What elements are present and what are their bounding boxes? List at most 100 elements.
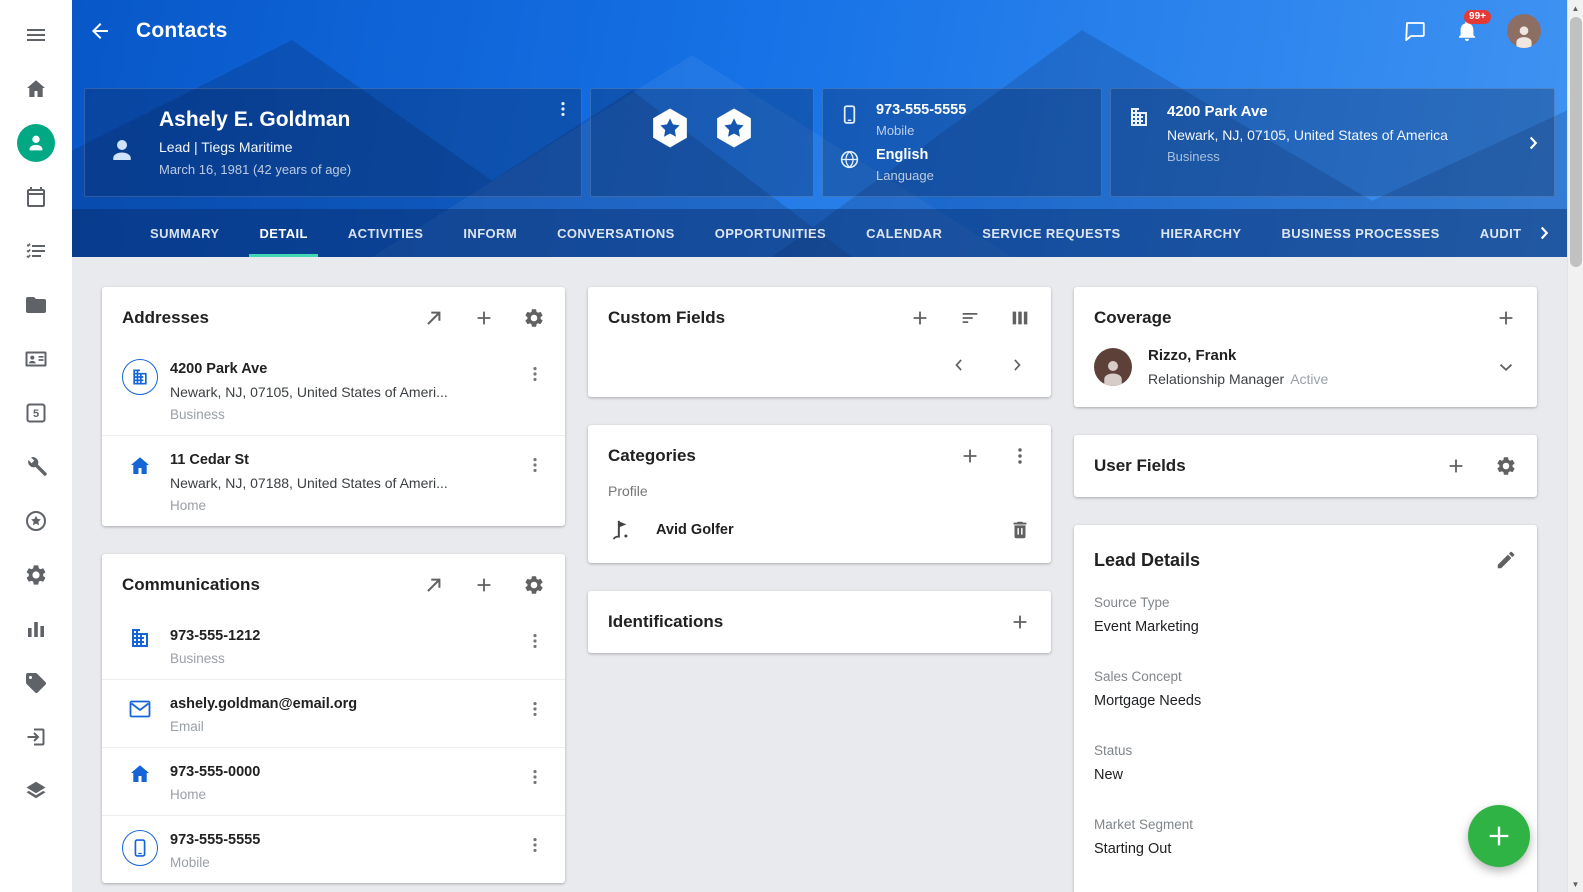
menu-icon	[24, 23, 48, 47]
sidebar-item-home[interactable]	[12, 69, 60, 109]
coverage-row[interactable]: Rizzo, Frank Relationship ManagerActive	[1074, 345, 1537, 407]
categories-title: Categories	[608, 446, 959, 466]
hero-language-row: English Language	[839, 147, 1085, 183]
address-row[interactable]: 11 Cedar St Newark, NJ, 07188, United St…	[102, 435, 565, 526]
profile-menu-button[interactable]	[553, 99, 573, 119]
chat-icon	[1403, 19, 1427, 43]
communications-add-button[interactable]	[473, 574, 495, 596]
sidebar-item-layers[interactable]	[12, 771, 60, 811]
communication-row[interactable]: 973-555-0000 Home	[102, 747, 565, 815]
back-button[interactable]	[88, 19, 112, 43]
sidebar-item-settings[interactable]	[12, 555, 60, 595]
layers-icon	[24, 779, 48, 803]
sidebar-item-contact-card[interactable]	[12, 339, 60, 379]
user-fields-settings-button[interactable]	[1495, 455, 1517, 477]
wrench-icon	[24, 455, 48, 479]
identifications-add-button[interactable]	[1009, 611, 1031, 633]
communication-type-label: Business	[170, 651, 521, 666]
custom-fields-card: Custom Fields	[588, 287, 1051, 397]
address-row[interactable]: 4200 Park Ave Newark, NJ, 07105, United …	[102, 345, 565, 435]
chevron-right-icon	[1007, 355, 1027, 375]
user-avatar[interactable]	[1507, 14, 1541, 48]
sidebar-item-calendar[interactable]	[12, 177, 60, 217]
addresses-settings-button[interactable]	[523, 307, 545, 329]
addresses-add-button[interactable]	[473, 307, 495, 329]
home-icon	[122, 449, 170, 478]
page-next-button[interactable]	[1007, 355, 1027, 375]
add-fab-button[interactable]	[1468, 805, 1530, 867]
dots-vertical-icon	[525, 455, 545, 475]
mobile-icon	[839, 102, 860, 138]
tab-activities[interactable]: ACTIVITIES	[328, 209, 444, 257]
sidebar-item-analytics[interactable]	[12, 609, 60, 649]
open-arrow-icon	[423, 574, 445, 596]
tab-opportunities[interactable]: OPPORTUNITIES	[695, 209, 846, 257]
address-row-menu-button[interactable]	[521, 358, 549, 390]
hero-phone-label: Mobile	[876, 123, 966, 138]
sidebar-item-contacts[interactable]	[12, 123, 60, 163]
communication-row[interactable]: 973-555-1212 Business	[102, 612, 565, 679]
coverage-expand-button[interactable]	[1495, 356, 1517, 378]
notifications-button[interactable]: 99+	[1455, 19, 1479, 43]
field-value: Mortgage Needs	[1094, 693, 1517, 709]
dots-vertical-icon	[1009, 445, 1031, 467]
badges-panel	[590, 88, 814, 197]
folder-icon	[24, 293, 48, 317]
communication-row-menu-button[interactable]	[521, 829, 549, 861]
page-title: Contacts	[136, 19, 227, 43]
identifications-title: Identifications	[608, 612, 1009, 632]
tab-detail[interactable]: DETAIL	[239, 209, 327, 257]
tab-calendar[interactable]: CALENDAR	[846, 209, 962, 257]
communication-row-menu-button[interactable]	[521, 761, 549, 793]
sidebar-item-signout[interactable]	[12, 717, 60, 757]
address-type-label: Business	[170, 407, 521, 422]
field-value: Starting Out	[1094, 841, 1517, 857]
sidebar-item-tags[interactable]	[12, 663, 60, 703]
notification-badge: 99+	[1464, 10, 1491, 24]
communication-row-menu-button[interactable]	[521, 625, 549, 657]
tabs-overflow-button[interactable]	[1525, 209, 1563, 257]
custom-fields-columns-button[interactable]	[1009, 307, 1031, 329]
communication-row[interactable]: ashely.goldman@email.org Email	[102, 679, 565, 747]
sidebar-item-files[interactable]	[12, 285, 60, 325]
sidebar-item-tasks[interactable]	[12, 231, 60, 271]
tab-hierarchy[interactable]: HIERARCHY	[1141, 209, 1262, 257]
sidebar-item-tools[interactable]	[12, 447, 60, 487]
user-fields-add-button[interactable]	[1445, 455, 1467, 477]
field-label: Status	[1094, 743, 1517, 758]
custom-fields-sort-button[interactable]	[959, 307, 981, 329]
categories-add-button[interactable]	[959, 445, 981, 467]
communication-type-label: Home	[170, 787, 521, 802]
menu-button[interactable]	[12, 15, 60, 55]
scrollbar-thumb[interactable]	[1570, 17, 1582, 267]
envelope-icon	[122, 693, 170, 721]
communications-settings-button[interactable]	[523, 574, 545, 596]
sort-icon	[959, 307, 981, 329]
scrollbar-up-arrow[interactable]: ▲	[1568, 0, 1583, 16]
lead-details-edit-button[interactable]	[1495, 549, 1517, 571]
tab-business-processes[interactable]: BUSINESS PROCESSES	[1262, 209, 1460, 257]
category-delete-button[interactable]	[1009, 519, 1031, 541]
sidebar-item-five[interactable]: 5	[12, 393, 60, 433]
vertical-scrollbar[interactable]: ▲ ▼	[1567, 0, 1583, 892]
tab-service-requests[interactable]: SERVICE REQUESTS	[962, 209, 1140, 257]
tab-inform[interactable]: INFORM	[443, 209, 537, 257]
tab-conversations[interactable]: CONVERSATIONS	[537, 209, 695, 257]
custom-fields-add-button[interactable]	[909, 307, 931, 329]
communications-open-button[interactable]	[423, 574, 445, 596]
scrollbar-down-arrow[interactable]: ▼	[1568, 876, 1583, 892]
address-next-button[interactable]	[1522, 132, 1544, 154]
tab-summary[interactable]: SUMMARY	[130, 209, 239, 257]
address-row-menu-button[interactable]	[521, 449, 549, 481]
coverage-add-button[interactable]	[1495, 307, 1517, 329]
category-row[interactable]: Avid Golfer	[588, 509, 1051, 563]
page-previous-button[interactable]	[949, 355, 969, 375]
chat-button[interactable]	[1403, 19, 1427, 43]
arrow-left-icon	[88, 19, 112, 43]
coverage-title: Coverage	[1094, 308, 1495, 328]
communication-row[interactable]: 973-555-5555 Mobile	[102, 815, 565, 883]
sidebar-item-featured[interactable]	[12, 501, 60, 541]
categories-menu-button[interactable]	[1009, 445, 1031, 467]
communication-row-menu-button[interactable]	[521, 693, 549, 725]
addresses-open-button[interactable]	[423, 307, 445, 329]
